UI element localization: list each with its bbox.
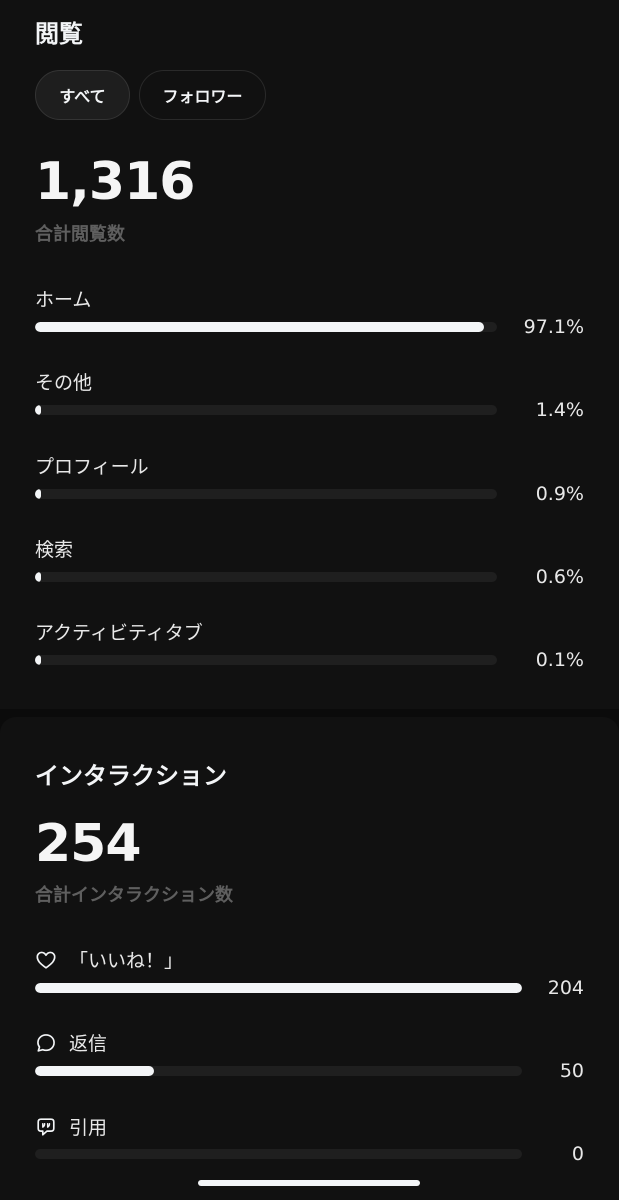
views-row-search-label: 検索 [35, 539, 74, 561]
interactions-row-quotes-label: 引用 [69, 1117, 108, 1139]
home-indicator[interactable] [198, 1180, 420, 1186]
views-row-home-bar [35, 322, 497, 332]
views-row-activity-label: アクティビティタブ [35, 622, 203, 644]
total-views-number: 1,316 [35, 152, 195, 212]
interactions-row-replies-value: 50 [559, 1060, 584, 1082]
interactions-row-replies-bar [35, 1066, 522, 1076]
interactions-row-likes-value: 204 [547, 977, 584, 999]
views-row-other-value: 1.4% [535, 399, 584, 421]
views-row-other-bar [35, 405, 497, 415]
quote-bubble-icon [35, 1116, 57, 1138]
views-section: 閲覧 すべて フォロワー 1,316 合計閲覧数 ホーム 97.1% その他 1… [0, 0, 619, 709]
views-row-profile-label: プロフィール [35, 456, 149, 478]
total-interactions-label: 合計インタラクション数 [35, 885, 233, 906]
views-row-profile-fill [35, 489, 41, 499]
views-row-activity-value: 0.1% [535, 649, 584, 671]
views-row-other-fill [35, 405, 41, 415]
total-views-label: 合計閲覧数 [35, 224, 125, 245]
interactions-title: インタラクション [35, 762, 227, 790]
views-row-other-label: その他 [35, 372, 93, 394]
views-row-home-fill [35, 322, 484, 332]
views-row-search-bar [35, 572, 497, 582]
interactions-row-likes-fill [35, 983, 522, 993]
views-row-profile-value: 0.9% [535, 483, 584, 505]
interactions-row-replies: 返信 [35, 1029, 107, 1056]
interactions-row-likes-bar [35, 983, 522, 993]
views-row-home-value: 97.1% [523, 316, 584, 338]
views-row-activity-bar [35, 655, 497, 665]
filter-all-button[interactable]: すべて [35, 70, 130, 120]
total-interactions-number: 254 [35, 814, 142, 874]
interactions-section: インタラクション 254 合計インタラクション数 「いいね！」 204 返信 5… [0, 717, 619, 1200]
filter-followers-button[interactable]: フォロワー [139, 70, 266, 120]
views-row-profile-bar [35, 489, 497, 499]
views-row-search-fill [35, 572, 41, 582]
views-row-home-label: ホーム [35, 289, 92, 311]
interactions-row-quotes-bar [35, 1149, 522, 1159]
views-row-search-value: 0.6% [535, 566, 584, 588]
interactions-row-likes-label: 「いいね！」 [69, 950, 184, 972]
interactions-row-quotes: 引用 [35, 1113, 107, 1140]
views-title: 閲覧 [35, 20, 83, 48]
views-row-activity-fill [35, 655, 41, 665]
speech-bubble-icon [35, 1032, 57, 1054]
heart-icon [35, 949, 57, 971]
interactions-row-replies-fill [35, 1066, 154, 1076]
interactions-row-likes: 「いいね！」 [35, 946, 183, 973]
interactions-row-quotes-value: 0 [571, 1143, 584, 1165]
interactions-row-replies-label: 返信 [69, 1033, 108, 1055]
